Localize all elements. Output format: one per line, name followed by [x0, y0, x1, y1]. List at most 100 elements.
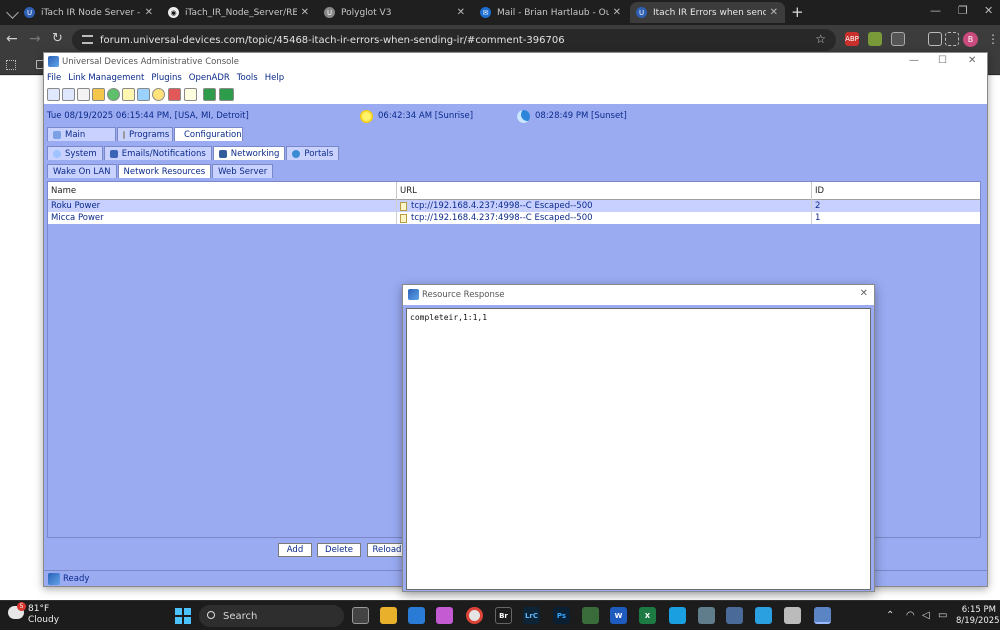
console-minimize-icon[interactable]: —	[909, 55, 919, 66]
task-view-icon[interactable]	[352, 607, 369, 624]
folder-icon[interactable]	[92, 88, 105, 101]
sort-icon[interactable]	[77, 88, 90, 101]
browser-tab[interactable]: U Polyglot V3 ✕	[318, 2, 472, 23]
column-header-name[interactable]: Name	[48, 182, 397, 200]
insteon-icon[interactable]	[219, 88, 234, 101]
dialog-titlebar[interactable]: Resource Response ✕	[403, 285, 874, 305]
adblock-extension-icon[interactable]: ABP	[845, 32, 859, 46]
column-header-url[interactable]: URL	[397, 182, 812, 200]
chart-icon[interactable]	[168, 88, 181, 101]
refresh-icon[interactable]	[107, 88, 120, 101]
notepad-icon[interactable]	[755, 607, 772, 624]
clock-date: 8/19/2025	[956, 616, 1000, 626]
home-icon[interactable]	[152, 88, 165, 101]
downloads-icon[interactable]	[945, 32, 959, 46]
restore-icon[interactable]: ❐	[958, 4, 968, 17]
app-icon[interactable]	[669, 607, 686, 624]
tab-close-icon[interactable]: ✕	[457, 7, 465, 18]
tab-web-server[interactable]: Web Server	[212, 164, 274, 178]
tab-configuration[interactable]: Configuration	[174, 127, 243, 141]
tab-close-icon[interactable]: ✕	[770, 7, 778, 18]
volume-icon[interactable]: ◁	[922, 610, 930, 621]
expand-all-icon[interactable]	[47, 88, 60, 101]
tab-programs[interactable]: Programs	[117, 127, 173, 141]
photoshop-icon[interactable]: Ps	[553, 607, 570, 624]
app-icon[interactable]	[784, 607, 801, 624]
table-row[interactable]: Roku Power tcp://192.168.4.237:4998--C E…	[48, 200, 980, 212]
menu-tools[interactable]: Tools	[237, 73, 258, 83]
table-row[interactable]: Micca Power tcp://192.168.4.237:4998--C …	[48, 212, 980, 224]
word-icon[interactable]: W	[610, 607, 627, 624]
address-bar[interactable]: forum.universal-devices.com/topic/45468-…	[72, 29, 836, 51]
menu-file[interactable]: File	[47, 73, 61, 83]
menu-plugins[interactable]: Plugins	[151, 73, 181, 83]
dialog-close-icon[interactable]: ✕	[860, 288, 868, 299]
menu-link-management[interactable]: Link Management	[68, 73, 144, 83]
add-button[interactable]: Add	[278, 543, 312, 557]
zwave-icon[interactable]	[203, 88, 216, 101]
system-clock[interactable]: 6:15 PM 8/19/2025	[956, 605, 1000, 627]
tab-close-icon[interactable]: ✕	[301, 7, 309, 18]
profile-avatar[interactable]: B	[963, 32, 978, 47]
browser-tab[interactable]: ✉ Mail - Brian Hartlaub - Outlook ✕	[474, 2, 628, 23]
battery-icon[interactable]: ▭	[938, 610, 947, 621]
portal-icon	[292, 149, 301, 158]
excel-icon[interactable]: X	[639, 607, 656, 624]
new-tab-icon[interactable]: +	[791, 3, 804, 21]
browser-menu-icon[interactable]: ⋮	[987, 32, 999, 46]
apps-grid-icon[interactable]	[6, 60, 16, 70]
taskbar-search[interactable]: Search	[199, 605, 344, 627]
console-titlebar[interactable]: Universal Devices Administrative Console…	[44, 53, 987, 71]
browser-tab[interactable]: U iTach IR Node Server - Global C ✕	[18, 2, 160, 23]
bookmark-star-icon[interactable]: ☆	[815, 32, 826, 46]
windows-start-icon[interactable]	[175, 608, 191, 624]
lightbulb-icon[interactable]	[122, 88, 135, 101]
back-icon[interactable]: ←	[6, 31, 18, 47]
reload-button[interactable]: Reload	[367, 543, 407, 557]
remote-desktop-icon[interactable]	[726, 607, 743, 624]
close-window-icon[interactable]: ✕	[984, 4, 993, 17]
reload-icon[interactable]: ↻	[52, 31, 63, 46]
response-text-area[interactable]: completeir,1:1,1	[406, 308, 871, 590]
weather-widget[interactable]: 5 81°F Cloudy	[8, 602, 59, 626]
tab-system[interactable]: System	[47, 146, 103, 160]
delete-button[interactable]: Delete	[317, 543, 361, 557]
tab-close-icon[interactable]: ✕	[145, 7, 153, 18]
bridge-app-icon[interactable]: Br	[495, 607, 512, 624]
tray-overflow-icon[interactable]: ⌃	[886, 610, 894, 621]
wifi-icon[interactable]: ◠	[906, 610, 915, 621]
extension-icon[interactable]	[868, 32, 882, 46]
console-close-icon[interactable]: ✕	[968, 55, 976, 66]
browser-tab[interactable]: ◉ iTach_IR_Node_Server/README ✕	[162, 2, 316, 23]
query-icon[interactable]	[137, 88, 150, 101]
notes-icon[interactable]	[184, 88, 197, 101]
site-info-icon[interactable]	[82, 35, 93, 44]
lightroom-classic-icon[interactable]: LrC	[523, 607, 540, 624]
forward-icon[interactable]: →	[29, 31, 41, 47]
tab-main[interactable]: Main	[47, 127, 116, 141]
udi-console-taskbar-icon[interactable]	[814, 607, 831, 624]
edge-icon[interactable]	[408, 607, 425, 624]
calculator-icon[interactable]	[698, 607, 715, 624]
copilot-icon[interactable]	[436, 607, 453, 624]
minimize-icon[interactable]: —	[930, 4, 941, 17]
tab-wake-on-lan[interactable]: Wake On LAN	[47, 164, 117, 178]
tab-search-icon[interactable]	[6, 6, 19, 19]
extensions-puzzle-icon[interactable]	[891, 32, 905, 46]
cast-icon[interactable]	[928, 32, 942, 46]
browser-toolbar: ← → ↻ forum.universal-devices.com/topic/…	[0, 25, 1000, 55]
tab-networking[interactable]: Networking	[212, 146, 286, 160]
tab-close-icon[interactable]: ✕	[613, 7, 621, 18]
tab-network-resources[interactable]: Network Resources	[117, 164, 212, 178]
console-maximize-icon[interactable]: ☐	[938, 55, 947, 66]
tab-portals[interactable]: Portals	[286, 146, 340, 160]
collapse-all-icon[interactable]	[62, 88, 75, 101]
file-explorer-icon[interactable]	[380, 607, 397, 624]
column-header-id[interactable]: ID	[812, 182, 980, 200]
menu-help[interactable]: Help	[265, 73, 284, 83]
chrome-icon[interactable]	[466, 607, 483, 624]
browser-tab-active[interactable]: U Itach IR Errors when sending IR ✕	[630, 2, 785, 23]
tab-emails-notifications[interactable]: Emails/Notifications	[103, 146, 212, 160]
menu-openadr[interactable]: OpenADR	[189, 73, 230, 83]
app-icon[interactable]	[582, 607, 599, 624]
